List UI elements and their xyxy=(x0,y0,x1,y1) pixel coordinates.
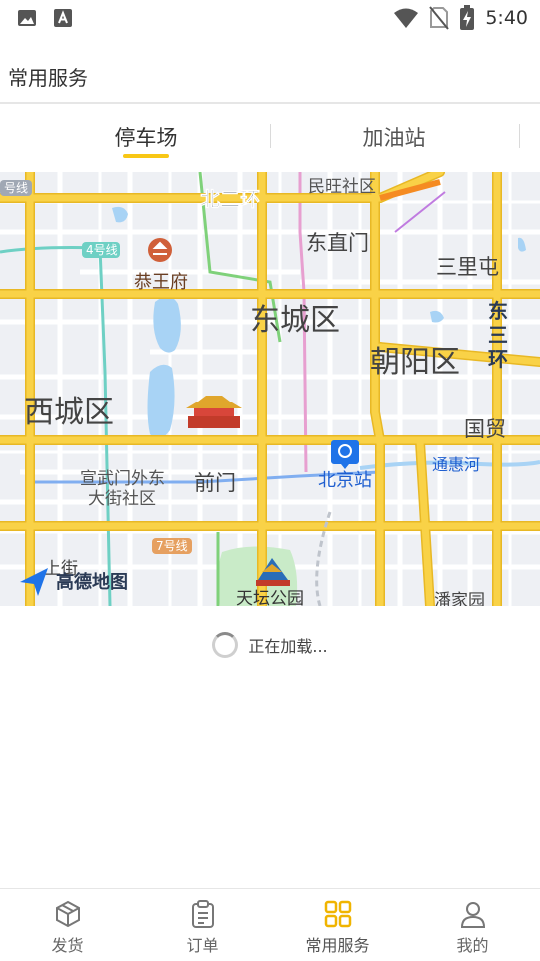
map-label-chaoyangqu: 朝阳区 xyxy=(370,345,460,380)
wifi-icon xyxy=(394,8,419,28)
map-label-tiantan: 天坛公园 xyxy=(236,589,304,606)
nav-item-services[interactable]: 常用服务 xyxy=(270,889,405,961)
nav-item-profile[interactable]: 我的 xyxy=(405,889,540,961)
map-label-line7: 7号线 xyxy=(156,539,188,553)
map-label-line-left: 号线 xyxy=(4,181,28,195)
svg-text:东: 东 xyxy=(488,299,508,323)
map-label-sanlitun: 三里屯 xyxy=(436,255,499,279)
map-canvas[interactable]: 4号线 号线 7号线 北二环 民旺社区 东直门 三里屯 恭王府 东城区 朝阳区 … xyxy=(0,172,540,606)
map-label-tonghuihe: 通惠河 xyxy=(432,455,480,474)
loading-text: 正在加载... xyxy=(248,637,328,656)
map-label-dongchengqu: 东城区 xyxy=(250,303,340,338)
page-title: 常用服务 xyxy=(8,66,88,90)
map-label-xichengqu: 西城区 xyxy=(24,395,114,430)
nav-item-orders[interactable]: 订单 xyxy=(135,889,270,961)
map-label-qianmen: 前门 xyxy=(194,471,236,495)
map-label-dongzhimen: 东直门 xyxy=(306,231,369,255)
amap-logo-text: 高德地图 xyxy=(56,571,128,593)
map-view[interactable]: 4号线 号线 7号线 北二环 民旺社区 东直门 三里屯 恭王府 东城区 朝阳区 … xyxy=(0,172,540,606)
loading-indicator: 正在加载... xyxy=(0,628,540,662)
nav-label-services: 常用服务 xyxy=(305,936,370,955)
tab-separator xyxy=(270,124,271,148)
map-label-gongwangfu: 恭王府 xyxy=(134,272,188,293)
image-icon xyxy=(18,10,36,26)
map-label-panjiayuan: 潘家园 xyxy=(434,591,485,606)
nav-label-ship: 发货 xyxy=(51,936,84,955)
status-time: 5:40 xyxy=(485,7,528,29)
map-label-beijingzhan: 北京站 xyxy=(318,470,372,491)
svg-text:三: 三 xyxy=(488,323,508,347)
map-label-beierhuan: 北二环 xyxy=(200,187,260,211)
map-label-xuanwumen-1: 宣武门外东 xyxy=(80,469,165,489)
status-bar: 5:40 xyxy=(0,0,540,36)
no-sim-icon xyxy=(429,6,450,30)
nav-item-ship[interactable]: 发货 xyxy=(0,889,135,961)
svg-text:环: 环 xyxy=(488,347,508,371)
spinner-icon xyxy=(212,632,239,658)
page-header: 常用服务 xyxy=(0,44,540,102)
box-icon xyxy=(55,900,80,928)
tab-gas-station-label: 加油站 xyxy=(362,126,426,150)
map-label-xuanwumen-2: 大街社区 xyxy=(88,489,156,509)
tab-parking-label: 停车场 xyxy=(114,126,178,150)
poi-marker-icon[interactable] xyxy=(148,238,172,262)
map-label-minwangshequ: 民旺社区 xyxy=(308,177,376,197)
tab-active-indicator xyxy=(123,154,169,158)
nav-label-orders: 订单 xyxy=(186,936,219,955)
clipboard-icon xyxy=(191,900,214,928)
tab-gas-station[interactable]: 加油站 xyxy=(326,104,462,170)
map-label-dongsanhuan: 东 三 环 xyxy=(488,299,508,371)
text-a-icon xyxy=(54,9,72,27)
grid-icon xyxy=(324,900,351,928)
battery-charging-icon xyxy=(460,5,475,30)
map-label-line4: 4号线 xyxy=(86,243,118,257)
tab-parking[interactable]: 停车场 xyxy=(78,104,214,170)
bottom-nav: 发货 订单 常用服务 我的 xyxy=(0,888,540,960)
map-label-guomao: 国贸 xyxy=(464,417,506,441)
nav-label-profile: 我的 xyxy=(456,936,489,955)
user-icon xyxy=(460,902,485,928)
tab-separator xyxy=(519,124,520,148)
